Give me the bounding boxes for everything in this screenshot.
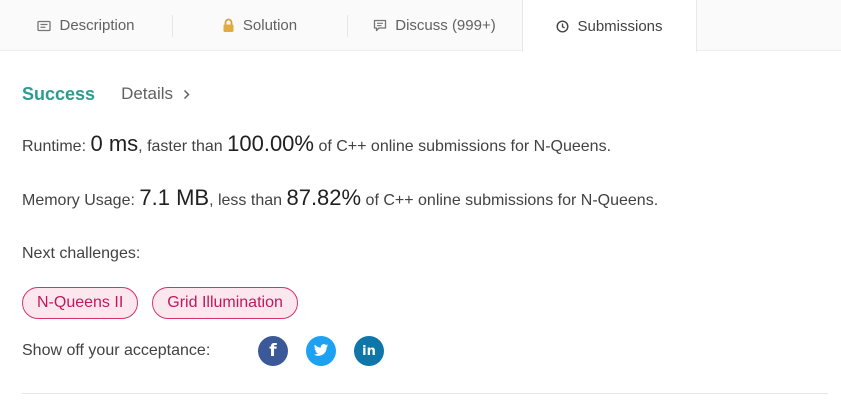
memory-line: Memory Usage: 7.1 MB, less than 87.82% o… [22, 185, 658, 211]
linkedin-icon: in [362, 343, 376, 359]
runtime-label: Runtime: [22, 138, 87, 155]
details-link[interactable]: Details [121, 84, 190, 104]
runtime-suffix: of C++ online submissions for N-Queens. [318, 138, 612, 155]
facebook-icon: f [269, 341, 277, 361]
memory-value: 7.1 MB [139, 185, 210, 210]
tab-label: Description [59, 17, 135, 34]
tab-label: Discuss (999+) [395, 17, 496, 34]
challenge-chip-n-queens-ii[interactable]: N-Queens II [22, 287, 139, 319]
share-label: Show off your acceptance: [22, 342, 211, 359]
tab-solution[interactable]: Solution [172, 0, 347, 51]
tab-discuss[interactable]: Discuss (999+) [347, 0, 522, 51]
chevron-right-icon [183, 89, 190, 100]
description-icon [37, 20, 52, 32]
lock-icon [222, 18, 235, 33]
twitter-icon [313, 342, 329, 361]
next-challenges-label: Next challenges: [22, 245, 141, 262]
status-success: Success [22, 83, 96, 104]
runtime-value: 0 ms [90, 131, 139, 156]
runtime-percent: 100.00% [227, 131, 314, 156]
submission-status-row: Success Details [22, 81, 190, 107]
tab-bar: Description Solution Discuss (999+) Subm… [0, 0, 841, 52]
clock-icon [556, 19, 569, 33]
memory-comparison: , less than [209, 192, 283, 209]
memory-suffix: of C++ online submissions for N-Queens. [365, 192, 659, 209]
details-label: Details [121, 84, 174, 103]
tab-description[interactable]: Description [0, 0, 172, 51]
tab-label: Submissions [577, 17, 663, 35]
next-challenges-list: N-Queens II Grid Illumination [22, 287, 298, 319]
challenge-chip-grid-illumination[interactable]: Grid Illumination [152, 287, 298, 319]
tab-submissions[interactable]: Submissions [522, 0, 697, 52]
memory-label: Memory Usage: [22, 192, 135, 209]
tab-label: Solution [242, 17, 298, 34]
facebook-share-button[interactable]: f [258, 336, 288, 366]
runtime-line: Runtime: 0 ms, faster than 100.00% of C+… [22, 131, 611, 157]
memory-percent: 87.82% [286, 185, 362, 210]
twitter-share-button[interactable] [306, 336, 336, 366]
linkedin-share-button[interactable]: in [354, 336, 384, 366]
comment-icon [373, 19, 387, 32]
share-row: Show off your acceptance: f in [22, 336, 402, 366]
runtime-comparison: , faster than [138, 138, 223, 155]
divider [22, 393, 828, 394]
